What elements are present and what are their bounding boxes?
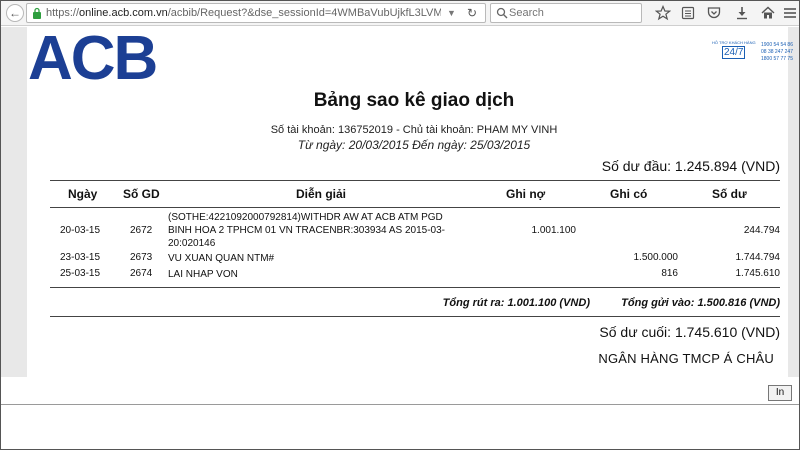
row-description: VU XUAN QUAN NTM#: [168, 253, 275, 264]
closing-balance: Số dư cuối: 1.745.610 (VND): [599, 324, 780, 340]
hotline-numbers: 1900 54 54 86 08 38 247 247 1800 57 77 7…: [761, 42, 793, 63]
row-credit: 1.500.000: [633, 252, 679, 263]
total-withdrawal: Tổng rút ra: 1.001.100 (VND): [442, 297, 590, 309]
search-icon: [496, 7, 508, 19]
print-button[interactable]: In: [768, 385, 792, 401]
row-date: 25-03-15: [60, 268, 101, 279]
totals-rule: [50, 316, 780, 317]
column-header-date: Ngày: [68, 187, 98, 201]
row-date: 20-03-15: [60, 225, 101, 236]
column-header-balance: Số dư: [712, 187, 747, 201]
search-box[interactable]: [490, 3, 642, 23]
opening-balance: Số dư đầu: 1.245.894 (VND): [601, 158, 780, 174]
svg-text:ACB: ACB: [28, 27, 156, 85]
reload-icon[interactable]: ↻: [467, 4, 477, 22]
row-debit: 1.001.100: [531, 225, 577, 236]
hotline-247-badge: 24/7: [722, 46, 746, 59]
row-credit: 816: [661, 268, 678, 279]
row-date: 23-03-15: [60, 252, 101, 263]
search-input[interactable]: [509, 6, 637, 20]
statement-title: Bảng sao kê giao dịch: [313, 90, 515, 111]
page-margin-left: [0, 27, 27, 377]
row-balance: 244.794: [743, 225, 780, 236]
bank-name: NGÂN HÀNG TMCP Á CHÂU: [598, 351, 774, 366]
menu-icon[interactable]: [782, 5, 798, 21]
page-bottom-rule: [0, 404, 800, 405]
column-header-debit: Ghi nợ: [506, 187, 546, 201]
table-header-rule: [50, 207, 780, 208]
lock-icon: [33, 7, 41, 19]
hotline-number: 1900 54 54 86: [761, 42, 793, 48]
hotline-badge: HỖ TRỢ KHÁCH HÀNG 24/7 1900 54 54 86 08 …: [712, 40, 798, 70]
column-header-description: Diễn giải: [296, 187, 347, 201]
row-ref: 2673: [130, 252, 153, 263]
total-deposit: Tổng gửi vào: 1.500.816 (VND): [621, 297, 780, 309]
table-bottom-rule: [50, 287, 780, 288]
row-ref: 2674: [130, 268, 153, 279]
account-info: Số tài khoản: 136752019 - Chủ tài khoản:…: [270, 124, 558, 136]
back-arrow-icon[interactable]: ←: [6, 4, 24, 22]
row-description: (SOTHE:4221092000792814)WITHDR AW AT ACB…: [168, 212, 445, 249]
statement-period: Từ ngày: 20/03/2015 Đến ngày: 25/03/2015: [297, 138, 531, 152]
table-top-rule: [50, 180, 780, 181]
hotline-label: HỖ TRỢ KHÁCH HÀNG: [712, 40, 756, 45]
address-url: https://online.acb.com.vn/acbib/Request?…: [46, 7, 441, 19]
page-margin-right: [788, 27, 800, 377]
row-balance: 1.745.610: [735, 268, 781, 279]
column-header-ref: Số GD: [123, 187, 160, 201]
browser-toolbar: ← https://online.acb.com.vn/acbib/Reques…: [0, 0, 800, 26]
address-bar[interactable]: https://online.acb.com.vn/acbib/Request?…: [26, 3, 486, 23]
hotline-number: 08 38 247 247: [761, 49, 793, 55]
row-ref: 2672: [130, 225, 153, 236]
home-icon[interactable]: [760, 5, 776, 21]
acb-logo: ACB: [28, 27, 158, 85]
hotline-number: 1800 57 77 75: [761, 56, 793, 62]
bookmark-star-icon[interactable]: [655, 5, 671, 21]
url-dropdown-icon[interactable]: ▼: [447, 4, 456, 22]
row-balance: 1.744.794: [735, 252, 781, 263]
download-icon[interactable]: [734, 5, 750, 21]
row-description: LAI NHAP VON: [168, 269, 238, 280]
column-header-credit: Ghi có: [610, 187, 648, 201]
reading-list-icon[interactable]: [680, 5, 696, 21]
pocket-icon[interactable]: [706, 5, 722, 21]
